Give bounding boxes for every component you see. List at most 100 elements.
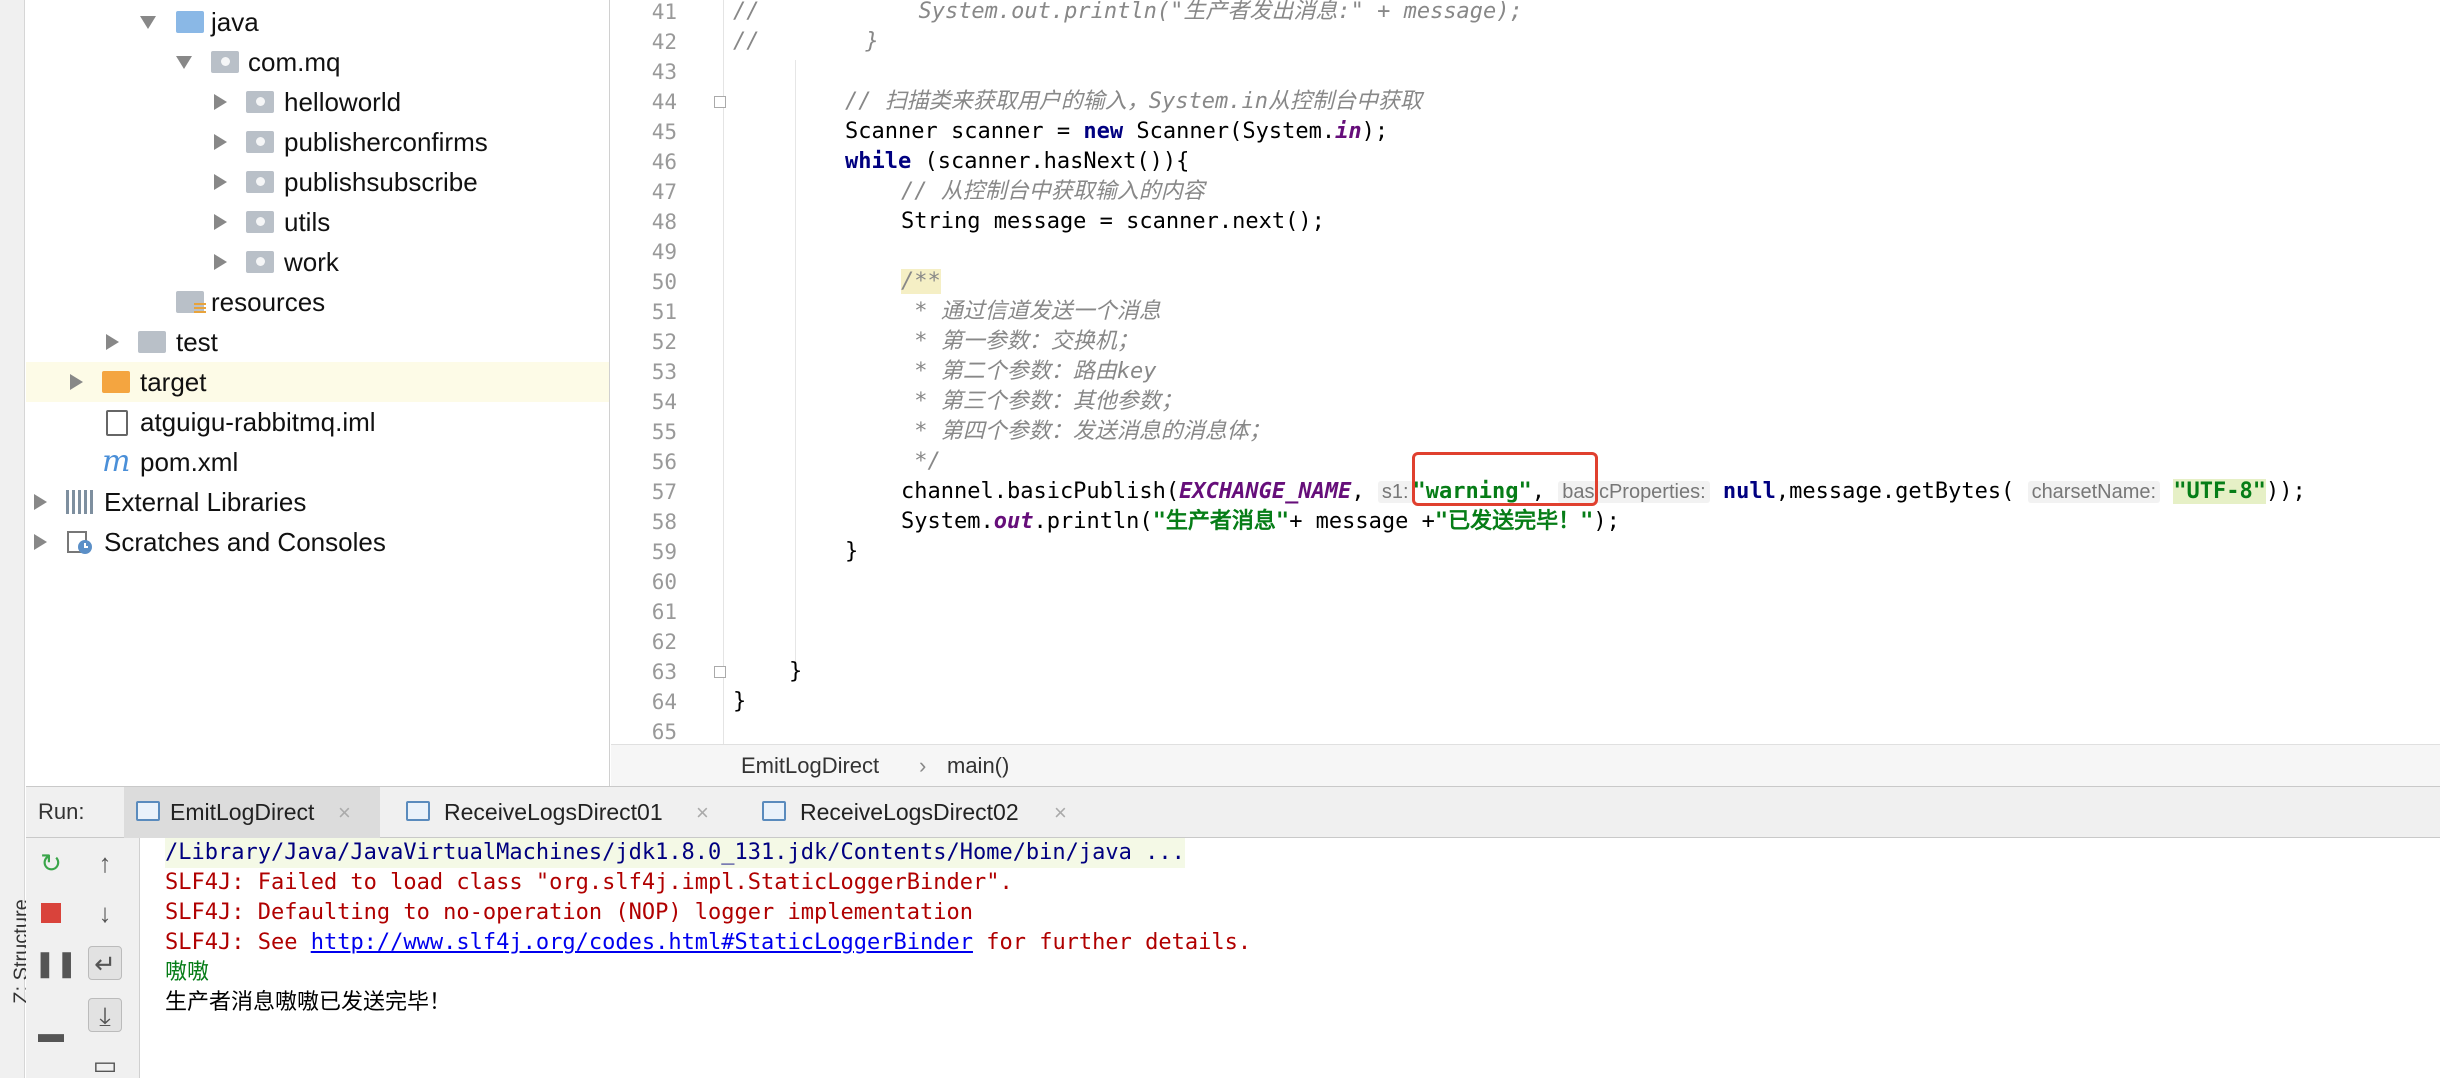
- breadcrumb-separator: ›: [919, 753, 927, 778]
- folder-icon: [138, 331, 166, 353]
- line-number: 43: [651, 60, 677, 84]
- rerun-icon[interactable]: ↻: [34, 846, 68, 880]
- line-number: 59: [651, 540, 677, 564]
- chevron-right-icon[interactable]: [214, 134, 227, 150]
- scroll-to-end-icon[interactable]: ⤓: [88, 998, 122, 1032]
- console-line[interactable]: /Library/Java/JavaVirtualMachines/jdk1.8…: [165, 838, 1185, 868]
- tree-item-label: utils: [284, 207, 331, 237]
- line-number: 46: [651, 150, 677, 174]
- line-number: 57: [651, 480, 677, 504]
- code-line-51: * 通过信道发送一个消息: [901, 299, 1161, 324]
- run-config-icon: [406, 801, 430, 821]
- line-number: 65: [651, 720, 677, 744]
- breadcrumb-class[interactable]: EmitLogDirect: [741, 745, 879, 787]
- chevron-right-icon[interactable]: [214, 214, 227, 230]
- code-editor[interactable]: // System.out.println("生产者发出消息:" + messa…: [725, 0, 2440, 744]
- tab-label: ReceiveLogsDirect02: [800, 799, 1019, 825]
- tree-item-pom[interactable]: m pom.xml: [26, 442, 609, 482]
- line-number: 60: [651, 570, 677, 594]
- package-icon: [246, 131, 274, 153]
- code-line-42: // }: [733, 29, 879, 54]
- ide-window: Z: Structure java com.mq helloworld publ…: [0, 0, 2440, 1078]
- tree-item-publishsubscribe[interactable]: publishsubscribe: [26, 162, 609, 202]
- code-line-45: Scanner scanner = new Scanner(System.in)…: [845, 119, 1389, 144]
- chevron-right-icon[interactable]: [70, 374, 83, 390]
- close-icon[interactable]: ×: [1054, 787, 1067, 838]
- stop-button[interactable]: [34, 896, 68, 930]
- chevron-down-icon[interactable]: [176, 56, 192, 69]
- tree-item-label: publishsubscribe: [284, 167, 478, 197]
- soft-wrap-icon[interactable]: ↵: [88, 946, 122, 980]
- code-line-47: // 从控制台中获取输入的内容: [901, 179, 1205, 204]
- tree-item-scratches[interactable]: Scratches and Consoles: [26, 522, 609, 562]
- line-number: 55: [651, 420, 677, 444]
- tree-item-label: com.mq: [248, 47, 341, 77]
- console-line: SLF4J: Failed to load class "org.slf4j.i…: [165, 870, 1013, 895]
- code-line-50: /**: [901, 269, 941, 294]
- excluded-folder-icon: [102, 371, 130, 393]
- stop-icon: [41, 903, 61, 923]
- console-output[interactable]: /Library/Java/JavaVirtualMachines/jdk1.8…: [141, 838, 2440, 1078]
- project-tree: java com.mq helloworld publisherconfirms…: [26, 0, 610, 786]
- line-number: 51: [651, 300, 677, 324]
- arrow-up-icon[interactable]: ↑: [88, 846, 122, 880]
- param-hint: s1:: [1377, 481, 1413, 503]
- tree-item-label: pom.xml: [140, 447, 239, 477]
- layout-icon[interactable]: ▬: [34, 1016, 68, 1050]
- console-input-line: 嗷嗷: [165, 960, 210, 985]
- print-icon[interactable]: ▭: [88, 1048, 122, 1078]
- package-icon: [246, 251, 274, 273]
- tree-item-work[interactable]: work: [26, 242, 609, 282]
- run-config-icon: [136, 801, 160, 821]
- arrow-down-icon[interactable]: ↓: [88, 896, 122, 930]
- tab-label: EmitLogDirect: [170, 799, 315, 825]
- line-number: 64: [651, 690, 677, 714]
- code-line-63: }: [789, 659, 803, 684]
- line-number: 58: [651, 510, 677, 534]
- line-number: 52: [651, 330, 677, 354]
- tab-receivelogsdirect01[interactable]: ReceiveLogsDirect01 ×: [386, 787, 736, 838]
- code-line-64: }: [733, 689, 747, 714]
- scratches-icon: [67, 531, 92, 554]
- breadcrumb-method[interactable]: main(): [947, 745, 1009, 787]
- tree-item-label: target: [140, 367, 207, 397]
- tree-item-java[interactable]: java: [26, 2, 609, 42]
- pause-icon[interactable]: ❚❚: [34, 946, 78, 980]
- console-link[interactable]: http://www.slf4j.org/codes.html#StaticLo…: [311, 930, 973, 955]
- tree-item-label: work: [284, 247, 339, 277]
- chevron-down-icon[interactable]: [140, 16, 156, 29]
- editor-gutter: 41 42 43 44 45 46 47 48 49 50 51 52 53 5…: [611, 0, 726, 744]
- line-number: 45: [651, 120, 677, 144]
- line-number: 56: [651, 450, 677, 474]
- chevron-right-icon[interactable]: [214, 94, 227, 110]
- tree-item-com-mq[interactable]: com.mq: [26, 42, 609, 82]
- code-line-44: // 扫描类来获取用户的输入，System.in从控制台中获取: [845, 89, 1422, 114]
- close-icon[interactable]: ×: [338, 787, 351, 838]
- chevron-right-icon[interactable]: [214, 254, 227, 270]
- tree-item-label: publisherconfirms: [284, 127, 488, 157]
- code-line-55: * 第四个参数：发送消息的消息体；: [901, 419, 1271, 444]
- line-number: 61: [651, 600, 677, 624]
- iml-file-icon: [106, 410, 128, 436]
- library-icon: [66, 490, 96, 514]
- tree-item-resources[interactable]: resources: [26, 282, 609, 322]
- close-icon[interactable]: ×: [696, 787, 709, 838]
- tree-item-test[interactable]: test: [26, 322, 609, 362]
- tab-emitlogdirect[interactable]: EmitLogDirect ×: [124, 787, 380, 838]
- chevron-right-icon[interactable]: [214, 174, 227, 190]
- tree-item-external-libraries[interactable]: External Libraries: [26, 482, 609, 522]
- tree-item-publisherconfirms[interactable]: publisherconfirms: [26, 122, 609, 162]
- line-number: 47: [651, 180, 677, 204]
- run-tab-bar: Run: EmitLogDirect × ReceiveLogsDirect01…: [26, 786, 2440, 838]
- console-line: SLF4J: Defaulting to no-operation (NOP) …: [165, 900, 973, 925]
- chevron-right-icon[interactable]: [34, 494, 47, 510]
- tree-item-iml[interactable]: atguigu-rabbitmq.iml: [26, 402, 609, 442]
- code-line-41: // System.out.println("生产者发出消息:" + messa…: [733, 0, 1523, 24]
- code-line-52: * 第一参数：交换机；: [901, 329, 1139, 354]
- tree-item-helloworld[interactable]: helloworld: [26, 82, 609, 122]
- tree-item-target[interactable]: target: [26, 362, 609, 402]
- chevron-right-icon[interactable]: [106, 334, 119, 350]
- chevron-right-icon[interactable]: [34, 534, 47, 550]
- tree-item-utils[interactable]: utils: [26, 202, 609, 242]
- tab-receivelogsdirect02[interactable]: ReceiveLogsDirect02 ×: [742, 787, 1092, 838]
